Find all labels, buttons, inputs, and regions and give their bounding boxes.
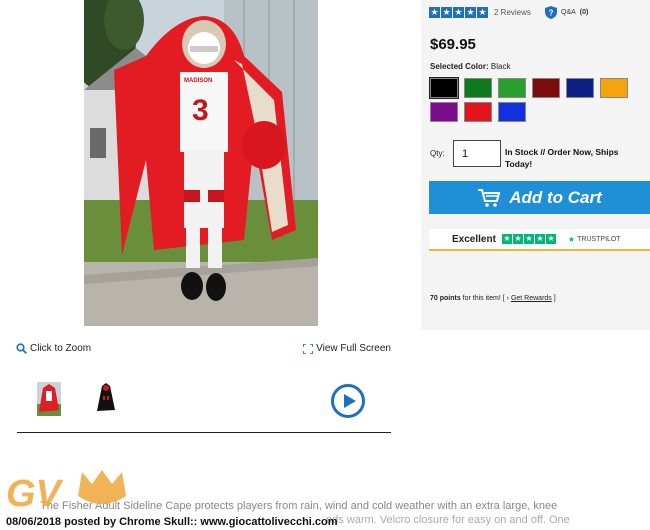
cart-icon bbox=[478, 188, 501, 207]
color-swatch-gold[interactable] bbox=[600, 78, 628, 98]
trustpilot-star-icon: ★ bbox=[567, 234, 576, 244]
product-description-line2: nds warm. Velcro closure for easy on and… bbox=[326, 514, 570, 526]
gallery-divider bbox=[17, 432, 391, 433]
watermark-caption: 08/06/2018 posted by Chrome Skull:: www.… bbox=[6, 516, 338, 528]
click-to-zoom-label: Click to Zoom bbox=[30, 343, 92, 354]
fullscreen-icon bbox=[303, 343, 314, 354]
qa-link[interactable]: ? Q&A (0) bbox=[545, 6, 588, 19]
svg-text:?: ? bbox=[549, 9, 554, 18]
star-icon: ★ bbox=[501, 234, 512, 244]
rating-row: ★ ★ ★ ★ ★ 2 Reviews bbox=[429, 7, 531, 18]
jersey-number: 3 bbox=[192, 94, 209, 127]
star-icon: ★ bbox=[477, 7, 488, 18]
magnifier-icon bbox=[16, 343, 27, 354]
color-swatch-maroon[interactable] bbox=[532, 78, 560, 98]
rewards-bracket-close: ] bbox=[553, 295, 556, 302]
qty-label: Qty: bbox=[430, 149, 445, 158]
star-icon: ★ bbox=[523, 234, 534, 244]
points-suffix: for this item! bbox=[460, 295, 501, 302]
product-page: { "product": { "price": "$69.95", "selec… bbox=[0, 0, 650, 530]
view-full-screen-label: View Full Screen bbox=[316, 343, 391, 354]
get-rewards-link[interactable]: Get Rewards bbox=[511, 295, 552, 302]
color-swatch-navy[interactable] bbox=[566, 78, 594, 98]
color-swatch-purple[interactable] bbox=[430, 102, 458, 122]
rewards-bracket-open: [ › bbox=[502, 295, 509, 302]
trustpilot-widget[interactable]: Excellent ★ ★ ★ ★ ★ ★ TRUSTPILOT bbox=[429, 229, 650, 251]
star-icon: ★ bbox=[465, 7, 476, 18]
watermark-logo-text: GV bbox=[6, 473, 64, 514]
add-to-cart-label: Add to Cart bbox=[509, 187, 602, 207]
points-amount: 70 points bbox=[430, 295, 461, 302]
reward-points: 70 points for this item! [ › Get Rewards… bbox=[430, 295, 556, 302]
color-swatch-black[interactable] bbox=[429, 77, 459, 99]
star-icon: ★ bbox=[429, 7, 440, 18]
star-icon: ★ bbox=[441, 7, 452, 18]
star-icon: ★ bbox=[512, 234, 523, 244]
video-play-icon[interactable] bbox=[330, 383, 366, 419]
star-icon: ★ bbox=[453, 7, 464, 18]
reviews-link[interactable]: 2 Reviews bbox=[494, 8, 531, 17]
selected-color: Selected Color: Black bbox=[430, 62, 510, 71]
question-shield-icon: ? bbox=[545, 6, 557, 19]
thumbnail-black-cape[interactable] bbox=[94, 382, 118, 416]
qa-count: (0) bbox=[579, 9, 589, 16]
selected-color-value: Black bbox=[490, 62, 511, 71]
product-price: $69.95 bbox=[430, 36, 476, 53]
watermark-logo: GV bbox=[6, 470, 126, 514]
trustpilot-logo: ★ TRUSTPILOT bbox=[568, 235, 621, 244]
stock-status: In Stock // Order Now, Ships Today! bbox=[505, 147, 619, 169]
trustpilot-stars: ★ ★ ★ ★ ★ bbox=[501, 234, 556, 244]
jersey-name: MADISON bbox=[184, 78, 212, 84]
purchase-panel: ★ ★ ★ ★ ★ 2 Reviews ? Q&A (0) $69.95 Sel… bbox=[421, 0, 650, 330]
color-swatch-red[interactable] bbox=[464, 102, 492, 122]
color-swatch-green[interactable] bbox=[498, 78, 526, 98]
selected-color-label: Selected Color: bbox=[430, 62, 489, 71]
thumbnail-red-cape[interactable] bbox=[37, 382, 61, 416]
add-to-cart-button[interactable]: Add to Cart bbox=[429, 181, 650, 214]
quantity-input[interactable] bbox=[453, 140, 501, 167]
click-to-zoom-link[interactable]: Click to Zoom bbox=[16, 343, 91, 354]
color-swatch-royal-blue[interactable] bbox=[498, 102, 526, 122]
trustpilot-brand: TRUSTPILOT bbox=[577, 235, 621, 243]
trustpilot-rating-word: Excellent bbox=[452, 233, 496, 245]
product-main-image[interactable]: 3 MADISON bbox=[84, 0, 318, 326]
review-stars: ★ ★ ★ ★ ★ bbox=[429, 7, 488, 18]
qa-label: Q&A bbox=[561, 9, 576, 16]
view-full-screen-link[interactable]: View Full Screen bbox=[303, 343, 391, 354]
cape-player-photo: 3 MADISON bbox=[84, 0, 318, 326]
star-icon: ★ bbox=[545, 234, 556, 244]
star-icon: ★ bbox=[534, 234, 545, 244]
color-swatch-dark-green[interactable] bbox=[464, 78, 492, 98]
